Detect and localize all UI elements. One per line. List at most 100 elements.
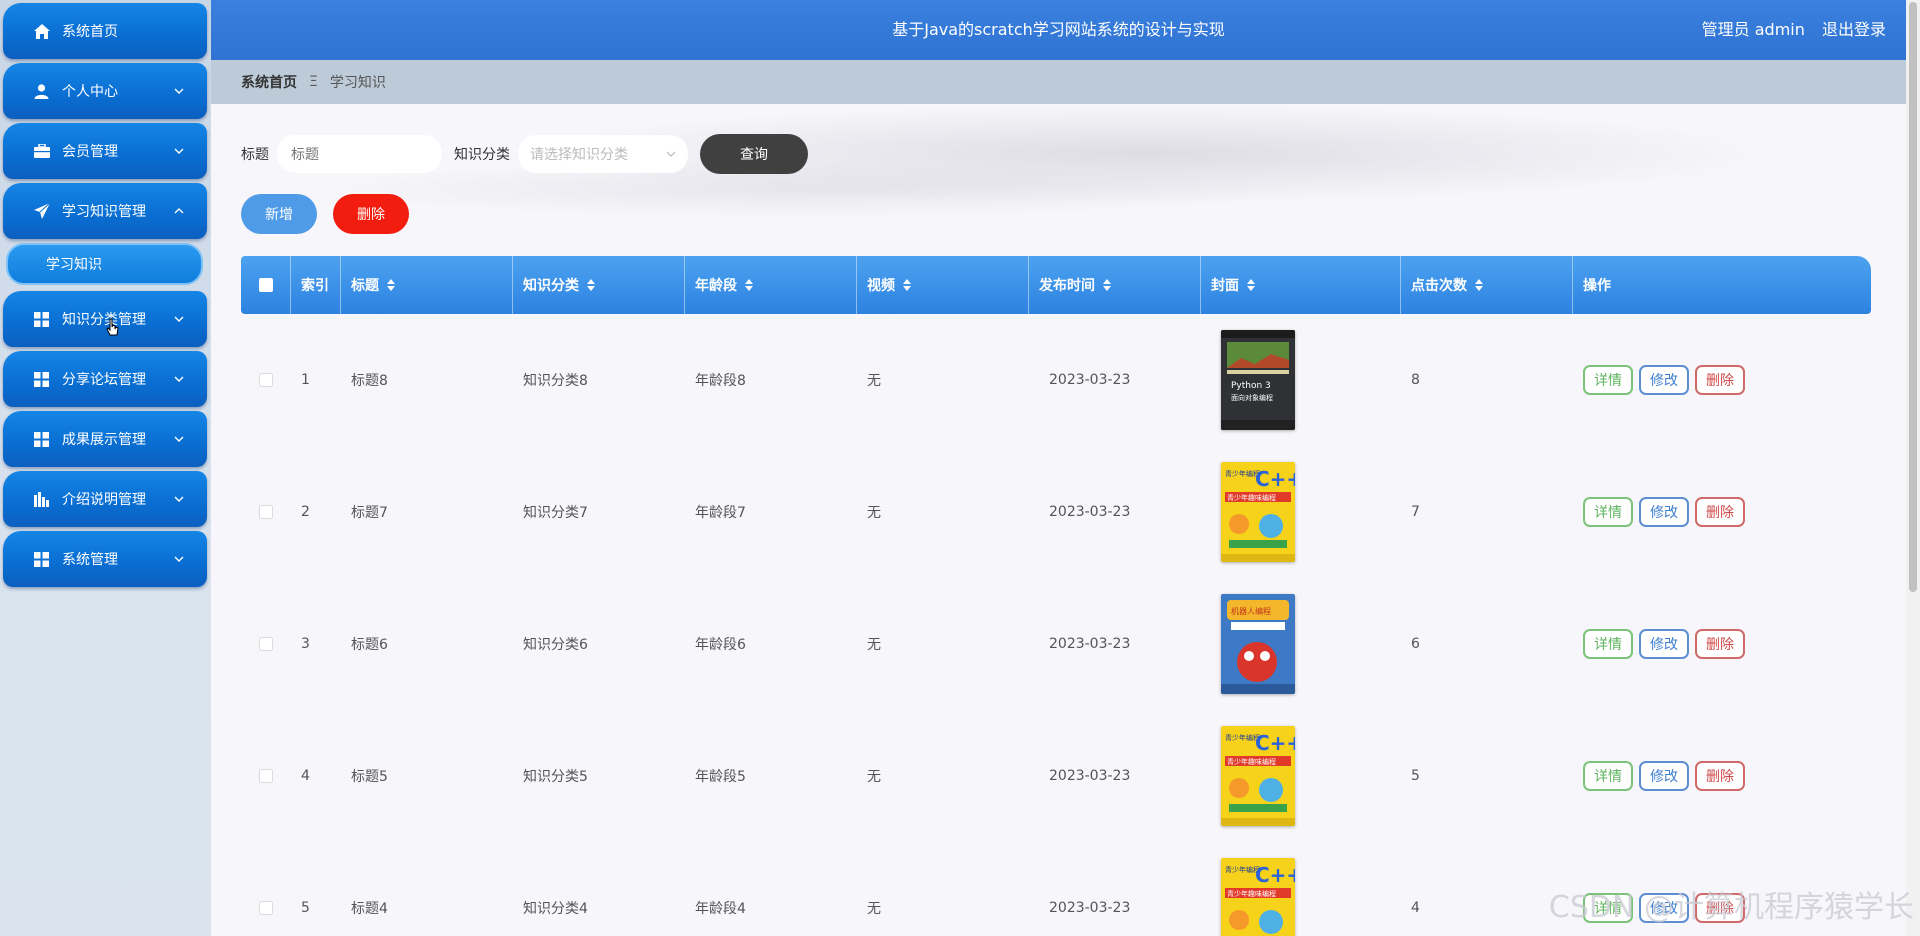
sidebar-item-knowledge[interactable]: 学习知识管理 (3, 183, 207, 239)
sidebar-item-label: 分享论坛管理 (62, 372, 146, 388)
cover-image[interactable]: 青少年编程 C++ 青少年趣味编程 (1221, 726, 1295, 826)
detail-button[interactable]: 详情 (1583, 893, 1633, 923)
sort-icon[interactable] (1475, 279, 1483, 291)
table-row[interactable]: 1 标题8 知识分类8 年龄段8 无 2023-03-23 Python 3 面向对象编程 8 详… (241, 314, 1871, 446)
col-title[interactable]: 标题 (341, 256, 513, 314)
query-button[interactable]: 查询 (700, 134, 808, 174)
table-row[interactable]: 4 标题5 知识分类5 年龄段5 无 2023-03-23 青少年编程 C++ 青少年趣味编程 5… (241, 710, 1871, 842)
cell-title: 标题7 (351, 505, 388, 521)
delete-button[interactable]: 删除 (1695, 629, 1745, 659)
row-checkbox[interactable] (259, 769, 273, 783)
edit-button[interactable]: 修改 (1639, 893, 1689, 923)
cover-image[interactable]: 青少年编程 C++ 青少年趣味编程 (1221, 462, 1295, 562)
cell-age: 年龄段4 (695, 901, 746, 917)
select-all-cell (241, 256, 291, 314)
table-row[interactable]: 5 标题4 知识分类4 年龄段4 无 2023-03-23 青少年编程 C++ 青少年趣味编程 4… (241, 842, 1871, 936)
sort-icon[interactable] (387, 279, 395, 291)
cover-image[interactable]: Python 3 面向对象编程 (1221, 330, 1295, 430)
row-select-cell (241, 314, 291, 446)
sidebar-item-members[interactable]: 会员管理 (3, 123, 207, 179)
sort-icon[interactable] (1103, 279, 1111, 291)
delete-button[interactable]: 删除 (1695, 761, 1745, 791)
cell-date: 2023-03-23 (1049, 900, 1131, 916)
cell-index: 3 (301, 636, 310, 652)
cell-clicks: 8 (1411, 372, 1420, 388)
cell-date: 2023-03-23 (1049, 372, 1131, 388)
sort-icon[interactable] (903, 279, 911, 291)
sidebar-item-forum[interactable]: 分享论坛管理 (3, 351, 207, 407)
sidebar-item-home[interactable]: 系统首页 (3, 3, 207, 59)
home-icon (33, 23, 50, 40)
sidebar-item-system[interactable]: 系统管理 (3, 531, 207, 587)
delete-button[interactable]: 删除 (1695, 365, 1745, 395)
cell-age: 年龄段5 (695, 769, 746, 785)
detail-button[interactable]: 详情 (1583, 629, 1633, 659)
breadcrumb-home[interactable]: 系统首页 (241, 72, 297, 92)
svg-text:青少年趣味编程: 青少年趣味编程 (1227, 757, 1276, 766)
col-date[interactable]: 发布时间 (1029, 256, 1201, 314)
row-checkbox[interactable] (259, 901, 273, 915)
col-cover-label: 封面 (1211, 278, 1239, 294)
detail-button[interactable]: 详情 (1583, 761, 1633, 791)
logout-link[interactable]: 退出登录 (1822, 20, 1886, 39)
delete-button[interactable]: 删除 (1695, 893, 1745, 923)
row-checkbox[interactable] (259, 373, 273, 387)
cell-video: 无 (867, 637, 881, 653)
detail-button[interactable]: 详情 (1583, 365, 1633, 395)
category-select[interactable]: 请选择知识分类 (518, 135, 688, 173)
table-row[interactable]: 2 标题7 知识分类7 年龄段7 无 2023-03-23 青少年编程 C++ 青少年趣味编程 7… (241, 446, 1871, 578)
edit-button[interactable]: 修改 (1639, 497, 1689, 527)
knowledge-table: 索引 标题 知识分类 年龄段 视频 发布时间 封面 点击次数 操作 1 标题8 知识… (241, 256, 1871, 936)
cover-image[interactable]: 青少年编程 C++ 青少年趣味编程 (1221, 858, 1295, 936)
col-age[interactable]: 年龄段 (685, 256, 857, 314)
briefcase-icon (33, 143, 50, 160)
detail-button[interactable]: 详情 (1583, 497, 1633, 527)
cell-clicks: 5 (1411, 768, 1420, 784)
edit-button[interactable]: 修改 (1639, 761, 1689, 791)
sidebar-item-profile[interactable]: 个人中心 (3, 63, 207, 119)
sidebar-item-label: 介绍说明管理 (62, 492, 146, 508)
title-filter-label: 标题 (241, 147, 269, 163)
row-checkbox[interactable] (259, 505, 273, 519)
row-checkbox[interactable] (259, 637, 273, 651)
sidebar-item-label: 学习知识管理 (62, 204, 146, 220)
cell-ops: 详情 修改 删除 (1573, 314, 1871, 446)
delete-button[interactable]: 删除 (1695, 497, 1745, 527)
sidebar-item-intro[interactable]: 介绍说明管理 (3, 471, 207, 527)
scrollbar[interactable] (1906, 0, 1920, 936)
sidebar-subitem-knowledge[interactable]: 学习知识 (6, 243, 203, 285)
cell-index: 2 (301, 504, 310, 520)
chevron-down-icon (174, 148, 184, 154)
svg-text:Python 3: Python 3 (1231, 381, 1271, 391)
edit-button[interactable]: 修改 (1639, 365, 1689, 395)
sidebar-item-showcase[interactable]: 成果展示管理 (3, 411, 207, 467)
main-content: 标题 知识分类 请选择知识分类 查询 新增 删除 索引 标题 知识分类 年龄段 … (211, 104, 1906, 936)
batch-delete-button[interactable]: 删除 (333, 194, 409, 234)
col-clicks[interactable]: 点击次数 (1401, 256, 1573, 314)
cell-category: 知识分类7 (523, 505, 588, 521)
action-bar: 新增 删除 (241, 194, 409, 234)
sidebar-item-category[interactable]: 知识分类管理 (3, 291, 207, 347)
scrollbar-thumb[interactable] (1909, 2, 1917, 592)
col-index-label: 索引 (301, 278, 329, 294)
cell-index: 5 (301, 900, 310, 916)
cell-title: 标题8 (351, 373, 388, 389)
col-category[interactable]: 知识分类 (513, 256, 685, 314)
add-button[interactable]: 新增 (241, 194, 317, 234)
sort-icon[interactable] (1247, 279, 1255, 291)
col-clicks-label: 点击次数 (1411, 278, 1467, 294)
cover-image[interactable]: 机器人编程 (1221, 594, 1295, 694)
edit-button[interactable]: 修改 (1639, 629, 1689, 659)
grid-icon (33, 431, 50, 448)
cell-index: 1 (301, 372, 310, 388)
cell-category: 知识分类6 (523, 637, 588, 653)
col-video[interactable]: 视频 (857, 256, 1029, 314)
sidebar-item-label: 系统管理 (62, 552, 118, 568)
sort-icon[interactable] (745, 279, 753, 291)
title-search-input[interactable] (277, 135, 442, 173)
user-icon (33, 83, 50, 100)
col-cover[interactable]: 封面 (1201, 256, 1401, 314)
select-all-checkbox[interactable] (258, 278, 273, 292)
sort-icon[interactable] (587, 279, 595, 291)
table-row[interactable]: 3 标题6 知识分类6 年龄段6 无 2023-03-23 机器人编程 6 详情 修改 删除 (241, 578, 1871, 710)
